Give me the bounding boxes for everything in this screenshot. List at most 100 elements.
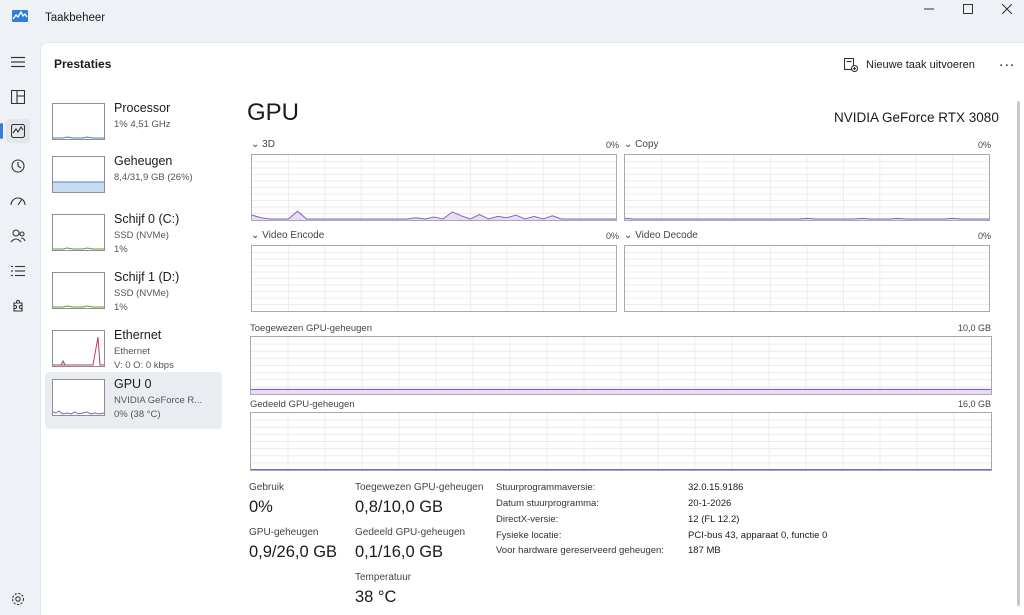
nav-performance-button[interactable] [6,119,30,143]
chevron-down-icon: ⌄ [251,230,260,241]
gpu-title: GPU [247,99,300,126]
temperature-value: 38 °C [355,588,397,606]
dedicated-memory-graph [250,336,992,395]
usage-label: Gebruik [249,482,285,493]
new-task-label: Nieuwe taak uitvoeren [866,59,975,71]
nav-app-history-button[interactable] [6,154,30,178]
details-list-icon [11,265,25,277]
property-value: 32.0.15.9186 [688,482,744,493]
settings-button[interactable] [6,587,30,611]
dedicated-stat-label: Toegewezen GPU-geheugen [355,482,484,493]
engine-graph-3d [251,154,617,221]
engine-selector-video-decode[interactable]: ⌄ Video Decode [624,230,698,241]
device-item-gpu[interactable]: GPU 0 NVIDIA GeForce R... 0% (38 °C) [45,372,222,429]
dedicated-memory-label: Toegewezen GPU-geheugen [250,323,373,334]
engine-pct-copy: 0% [977,140,991,150]
engine-label-video-decode: Video Decode [635,230,698,241]
engine-selector-video-encode[interactable]: ⌄ Video Encode [251,230,324,241]
close-icon [1002,4,1012,14]
device-detail: 1% 4,51 GHz [114,119,171,130]
device-detail-secondary: 0% (38 °C) [114,409,161,420]
minimize-icon [924,8,934,10]
property-key: Datum stuurprogramma: [496,498,599,509]
shared-memory-max: 16,0 GB [957,399,991,409]
engine-graph-video-encode [251,245,617,312]
device-thumbnail-graph [52,156,105,193]
scrollbar[interactable] [1017,101,1020,606]
users-icon [10,229,26,243]
nav-processes-button[interactable] [6,85,30,109]
nav-services-button[interactable] [6,294,30,318]
active-nav-indicator [0,123,3,139]
device-detail-secondary: 1% [114,302,128,313]
services-puzzle-icon [13,299,23,312]
device-name: Ethernet [114,328,162,342]
task-manager-app-icon [12,10,28,22]
performance-icon [11,124,25,138]
memory-fill [53,182,104,192]
device-detail: Ethernet [114,346,150,357]
gpu-memory-label: GPU-geheugen [249,527,319,538]
device-thumbnail-graph [52,103,105,140]
gear-icon [11,592,25,606]
nav-users-button[interactable] [6,224,30,248]
dedicated-memory-max: 10,0 GB [957,323,991,333]
device-thumbnail-graph [52,330,105,367]
device-detail: NVIDIA GeForce R... [114,395,203,406]
gpu-model: NVIDIA GeForce RTX 3080 [834,110,999,125]
nav-details-button[interactable] [6,259,30,283]
usage-value: 0% [249,498,273,516]
device-name: Schijf 0 (C:) [114,212,180,226]
device-detail-secondary: V: 0 O: 0 kbps [114,360,174,371]
processes-icon [11,90,25,104]
engine-graph-video-decode [624,245,990,312]
device-thumbnail-graph [52,272,105,309]
nav-startup-button[interactable] [6,189,30,213]
property-value: 20-1-2026 [688,498,732,509]
chevron-down-icon: ⌄ [624,139,633,150]
ethernet-line [53,336,104,366]
device-name: Schijf 1 (D:) [114,270,180,284]
property-key: Voor hardware gereserveerd geheugen: [496,545,664,556]
new-task-button[interactable]: Nieuwe taak uitvoeren [844,55,975,75]
more-options-button[interactable]: ... [999,53,1015,71]
engine-selector-copy[interactable]: ⌄ Copy [624,139,659,150]
hamburger-menu-button[interactable] [6,50,30,74]
property-key: Fysieke locatie: [496,530,562,541]
engine-graph-copy [624,154,990,221]
property-key: Stuurprogrammaversie: [496,482,596,493]
history-icon [11,159,25,173]
device-detail: SSD (NVMe) [114,230,169,241]
shared-memory-graph [250,412,992,471]
device-name: Processor [114,101,171,115]
engine-label-copy: Copy [635,139,659,150]
property-value: 12 (FL 12.2) [688,514,740,525]
window-title: Taakbeheer [45,12,106,24]
title-bar: Taakbeheer [0,0,1024,40]
engine-pct-video-decode: 0% [977,231,991,241]
device-detail: 8,4/31,9 GB (26%) [114,172,193,183]
shared-stat-value: 0,1/16,0 GB [355,543,444,561]
cpu-line [53,136,104,139]
engine-label-3d: 3D [262,139,275,150]
device-item-memory[interactable]: Geheugen 8,4/31,9 GB (26%) [45,149,222,206]
device-item-disk[interactable]: Schijf 1 (D:) SSD (NVMe) 1% [45,265,222,322]
startup-gauge-icon [10,197,26,206]
performance-panel: Prestaties Nieuwe taak uitvoeren ... Pro… [40,42,1024,615]
disk-line [53,305,104,308]
chevron-down-icon: ⌄ [251,139,260,150]
device-item-disk[interactable]: Schijf 0 (C:) SSD (NVMe) 1% [45,207,222,264]
chevron-down-icon: ⌄ [624,230,633,241]
gpu-memory-value: 0,9/26,0 GB [249,543,338,561]
engine-label-video-encode: Video Encode [262,230,325,241]
hamburger-icon [11,56,25,68]
temperature-label: Temperatuur [355,572,412,583]
device-thumbnail-graph [52,214,105,251]
device-name: Geheugen [114,154,173,168]
property-key: DirectX-versie: [496,514,559,525]
close-button[interactable] [984,0,1024,18]
engine-selector-3d[interactable]: ⌄ 3D [251,139,275,150]
dedicated-stat-value: 0,8/10,0 GB [355,498,444,516]
device-item-cpu[interactable]: Processor 1% 4,51 GHz [45,96,222,153]
maximize-icon [963,4,973,14]
